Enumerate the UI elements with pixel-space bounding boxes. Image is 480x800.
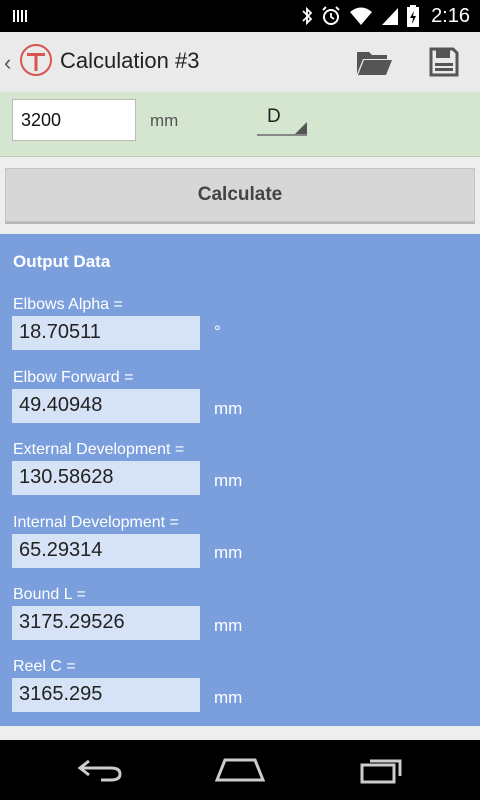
save-button[interactable]	[424, 42, 464, 82]
back-button[interactable]	[70, 752, 130, 788]
recents-button[interactable]	[352, 752, 412, 788]
page-title: Calculation #3	[60, 48, 200, 73]
alarm-icon	[322, 6, 340, 25]
notification-icon	[13, 10, 27, 22]
app-logo[interactable]	[18, 42, 54, 78]
input-section: 3200 mm D	[0, 92, 480, 157]
battery-icon	[407, 5, 420, 27]
open-folder-button[interactable]	[354, 42, 394, 82]
reel-c-label: Reel C =	[13, 658, 76, 675]
output-title: Output Data	[13, 252, 111, 271]
external-development-value[interactable]: 130.58628	[12, 461, 200, 495]
bound-l-label: Bound L =	[13, 586, 86, 603]
status-time: 2:16	[431, 4, 470, 27]
reel-c-unit: mm	[214, 688, 243, 707]
output-panel: Output Data Elbows Alpha = 18.70511 ° El…	[0, 234, 480, 726]
back-icon	[77, 759, 122, 782]
internal-development-value[interactable]: 65.29314	[12, 534, 200, 568]
up-caret-icon[interactable]: ‹	[4, 50, 11, 76]
home-button[interactable]	[210, 752, 270, 788]
type-selector-value: D	[267, 106, 281, 127]
elbows-alpha-value[interactable]: 18.70511	[12, 316, 200, 350]
signal-icon	[382, 8, 399, 25]
dropdown-arrow-icon	[295, 122, 307, 134]
external-development-unit: mm	[214, 471, 243, 490]
reel-c-value[interactable]: 3165.295	[12, 678, 200, 712]
length-input[interactable]: 3200	[12, 99, 136, 141]
bottom-spacer	[0, 726, 480, 740]
navigation-bar	[0, 740, 480, 800]
elbow-forward-value[interactable]: 49.40948	[12, 389, 200, 423]
action-bar: ‹ Calculation #3	[0, 32, 480, 93]
bound-l-value[interactable]: 3175.29526	[12, 606, 200, 640]
home-icon	[215, 758, 265, 782]
elbow-forward-label: Elbow Forward =	[13, 369, 134, 386]
save-icon	[429, 47, 459, 77]
wifi-icon	[350, 7, 373, 25]
internal-development-label: Internal Development =	[13, 514, 179, 531]
elbows-alpha-label: Elbows Alpha =	[13, 296, 123, 313]
folder-open-icon	[357, 52, 392, 75]
elbows-alpha-unit: °	[214, 322, 221, 341]
bound-l-unit: mm	[214, 616, 243, 635]
type-selector[interactable]: D	[257, 104, 307, 136]
external-development-label: External Development =	[13, 441, 185, 458]
bluetooth-icon	[302, 6, 313, 26]
calculate-button[interactable]: Calculate	[5, 168, 475, 222]
recents-icon	[360, 759, 402, 784]
internal-development-unit: mm	[214, 543, 243, 562]
elbow-forward-unit: mm	[214, 399, 243, 418]
status-bar: 2:16	[0, 0, 480, 32]
length-unit: mm	[150, 111, 179, 130]
